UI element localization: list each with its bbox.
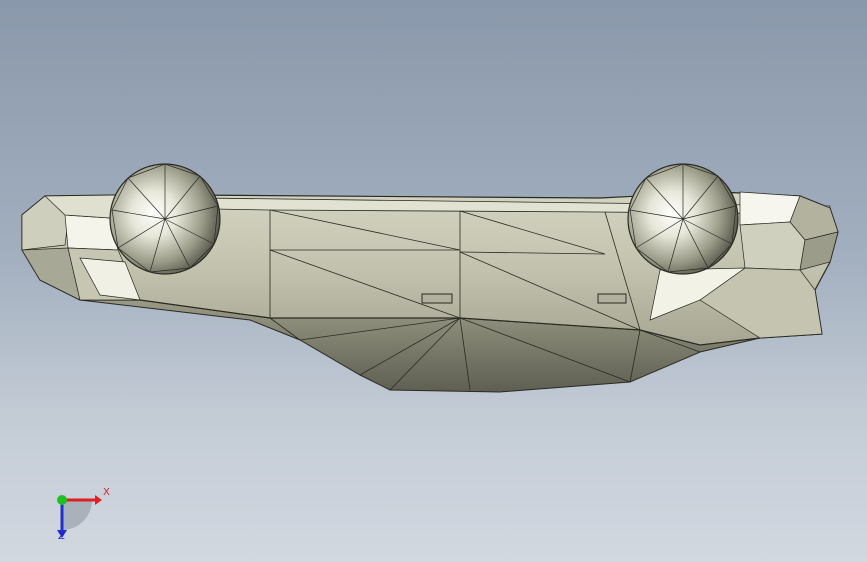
- door-handle-front: [421, 293, 453, 304]
- rear-wheel: [627, 163, 739, 275]
- triad-x-arrow: [95, 495, 102, 505]
- front-wheel: [109, 163, 221, 275]
- triad-x-label: X: [103, 487, 110, 498]
- car-model-view[interactable]: [0, 0, 867, 562]
- triad-z-label: Z: [58, 531, 65, 542]
- graphics-viewport[interactable]: X Z: [0, 0, 867, 562]
- door-handle-rear: [597, 293, 627, 304]
- triad-quadrant-shade: [62, 500, 92, 530]
- triad-y-axis-dot: [57, 495, 67, 505]
